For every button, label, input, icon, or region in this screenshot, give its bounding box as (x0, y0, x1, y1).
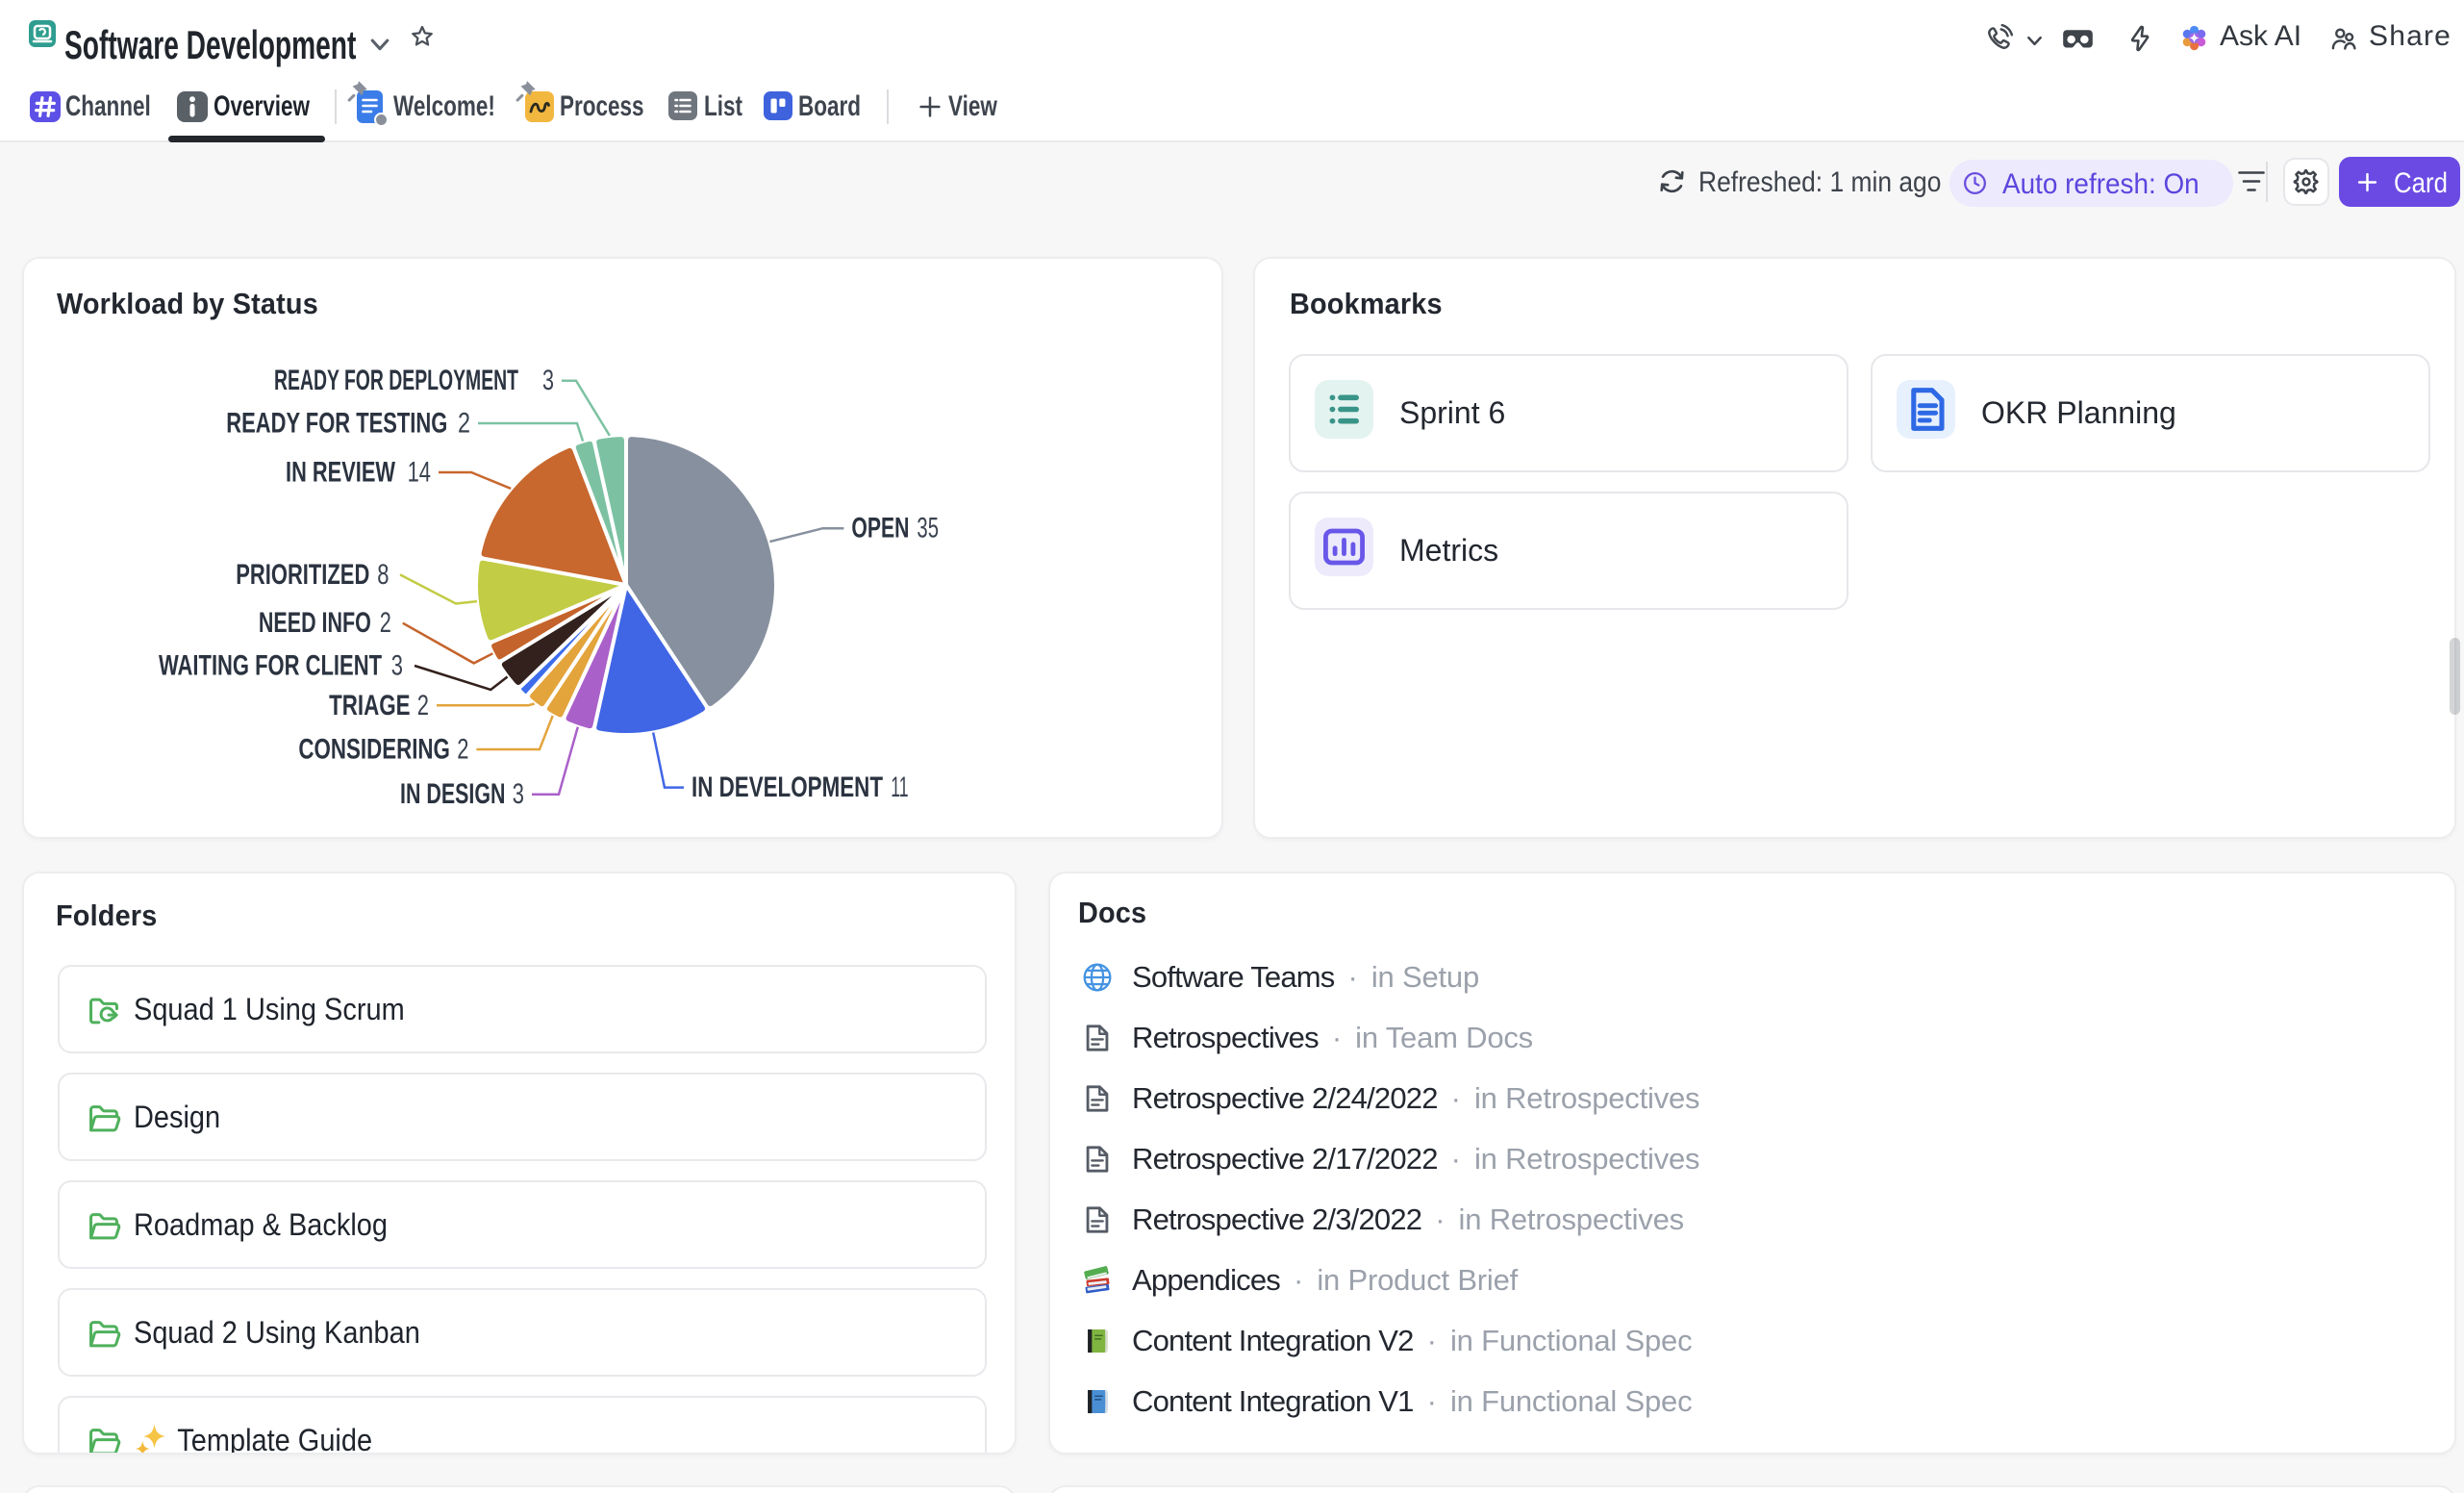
svg-text:3: 3 (391, 650, 403, 682)
svg-text:WAITING FOR CLIENT: WAITING FOR CLIENT (159, 650, 382, 682)
svg-text:IN REVIEW: IN REVIEW (286, 457, 395, 489)
svg-text:OPEN: OPEN (851, 513, 909, 544)
svg-text:3: 3 (513, 778, 524, 810)
svg-text:14: 14 (408, 457, 431, 489)
svg-text:IN DEVELOPMENT: IN DEVELOPMENT (691, 772, 883, 803)
svg-text:2: 2 (417, 690, 429, 721)
svg-text:3: 3 (542, 365, 554, 396)
svg-text:NEED INFO: NEED INFO (259, 607, 371, 639)
svg-text:CONSIDERING: CONSIDERING (298, 734, 450, 766)
svg-text:2: 2 (458, 408, 470, 440)
svg-text:35: 35 (917, 513, 939, 544)
svg-text:TRIAGE: TRIAGE (329, 690, 410, 721)
svg-text:PRIORITIZED: PRIORITIZED (236, 559, 369, 591)
svg-text:8: 8 (377, 559, 389, 591)
svg-text:READY FOR TESTING: READY FOR TESTING (226, 408, 447, 440)
svg-text:2: 2 (380, 607, 391, 639)
svg-text:READY FOR DEPLOYMENT: READY FOR DEPLOYMENT (274, 365, 518, 396)
svg-text:11: 11 (891, 772, 908, 803)
svg-text:IN DESIGN: IN DESIGN (400, 778, 506, 810)
svg-text:2: 2 (457, 734, 468, 766)
